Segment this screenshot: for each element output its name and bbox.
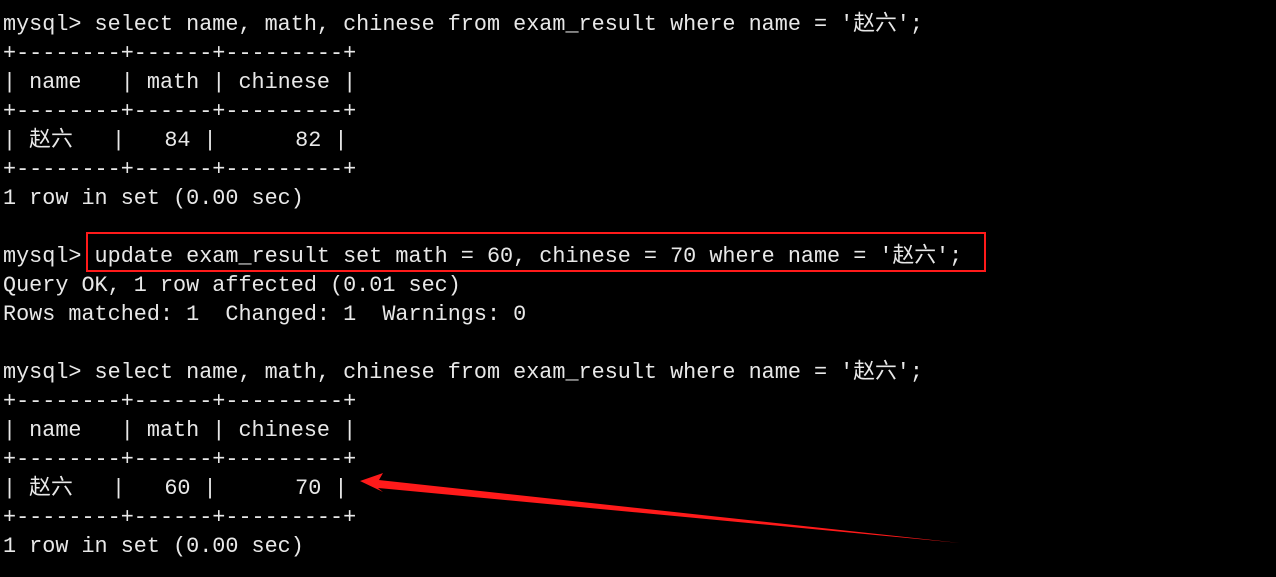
arrow-annotation [360, 473, 960, 543]
arrow-icon [360, 473, 960, 543]
